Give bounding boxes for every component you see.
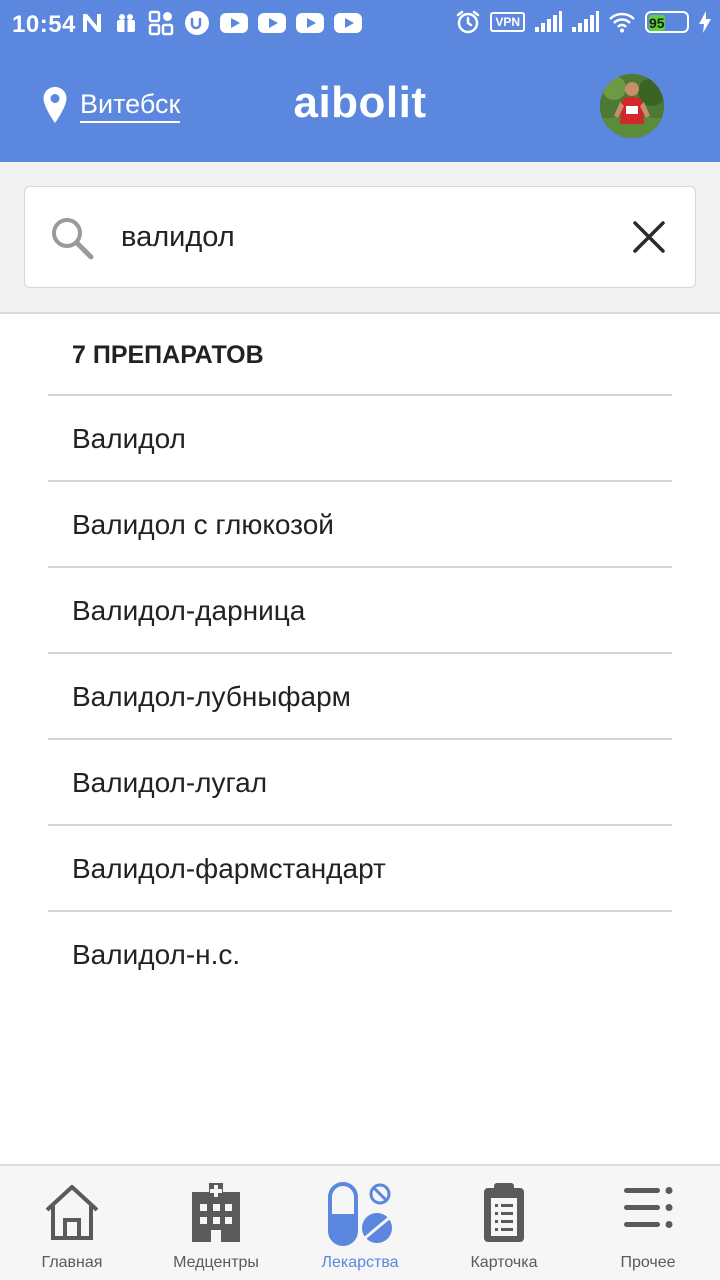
- status-bar: 10:54 VPN 95: [0, 0, 720, 50]
- search-input[interactable]: [121, 209, 601, 265]
- alarm-icon: [457, 10, 480, 34]
- pills-icon: [328, 1182, 392, 1246]
- app-header: 10:54 VPN 95 Витебск aibolit: [0, 0, 720, 162]
- nav-item-home[interactable]: Главная: [0, 1166, 144, 1280]
- clipboard-icon: [484, 1183, 524, 1242]
- nav-label: Главная: [41, 1254, 103, 1271]
- home-icon: [45, 1185, 99, 1240]
- list-item[interactable]: Валидол-лубныфарм: [48, 654, 672, 740]
- list-item[interactable]: Валидол-дарница: [48, 568, 672, 654]
- avatar-photo: [600, 74, 664, 138]
- results-list: 7 ПРЕПАРАТОВ Валидол Валидол с глюкозой …: [48, 314, 672, 998]
- hospital-icon: [192, 1183, 240, 1242]
- avatar[interactable]: [600, 74, 664, 138]
- search-icon: [52, 218, 94, 260]
- system-icons: VPN 95: [455, 9, 712, 35]
- list-item[interactable]: Валидол-лугал: [48, 740, 672, 826]
- status-time: 10:54: [12, 11, 76, 38]
- youtube-icon: [258, 13, 286, 33]
- charging-icon: [699, 11, 711, 33]
- nav-item-more[interactable]: Прочее: [576, 1166, 720, 1280]
- nav-label: Прочее: [620, 1254, 676, 1271]
- search-section: [0, 162, 720, 314]
- apps-grid-icon: [148, 10, 174, 36]
- menu-icon: [624, 1187, 673, 1228]
- search-bar[interactable]: [24, 186, 696, 288]
- signal-icon: [572, 11, 599, 32]
- list-item[interactable]: Валидол с глюкозой: [48, 482, 672, 568]
- close-icon[interactable]: [631, 219, 667, 255]
- signal-icon: [535, 11, 562, 32]
- bottom-nav: Главная Медцентры Лекарства Карточка Про…: [0, 1164, 720, 1280]
- wifi-icon: [609, 12, 635, 33]
- nav-item-medicines[interactable]: Лекарства: [288, 1166, 432, 1280]
- battery-level: 95: [649, 15, 665, 31]
- n-notification-icon: [83, 14, 101, 32]
- gift-icon: [117, 14, 135, 32]
- nav-label: Лекарства: [321, 1254, 399, 1271]
- list-item[interactable]: Валидол-фармстандарт: [48, 826, 672, 912]
- youtube-icon: [334, 13, 362, 33]
- youtube-icon: [220, 13, 248, 33]
- youtube-icon: [296, 13, 324, 33]
- list-item[interactable]: Валидол-н.с.: [48, 912, 672, 998]
- nav-item-card[interactable]: Карточка: [432, 1166, 576, 1280]
- nav-label: Карточка: [470, 1254, 538, 1271]
- list-item[interactable]: Валидол: [48, 396, 672, 482]
- u-app-icon: [185, 11, 209, 35]
- vpn-badge: VPN: [490, 12, 525, 32]
- nav-label: Медцентры: [173, 1254, 259, 1271]
- notification-icons: [80, 10, 362, 36]
- battery-indicator: 95: [645, 11, 689, 33]
- app-bar: Витебск aibolit: [0, 50, 720, 162]
- nav-item-medcenters[interactable]: Медцентры: [144, 1166, 288, 1280]
- results-count: 7 ПРЕПАРАТОВ: [48, 314, 672, 396]
